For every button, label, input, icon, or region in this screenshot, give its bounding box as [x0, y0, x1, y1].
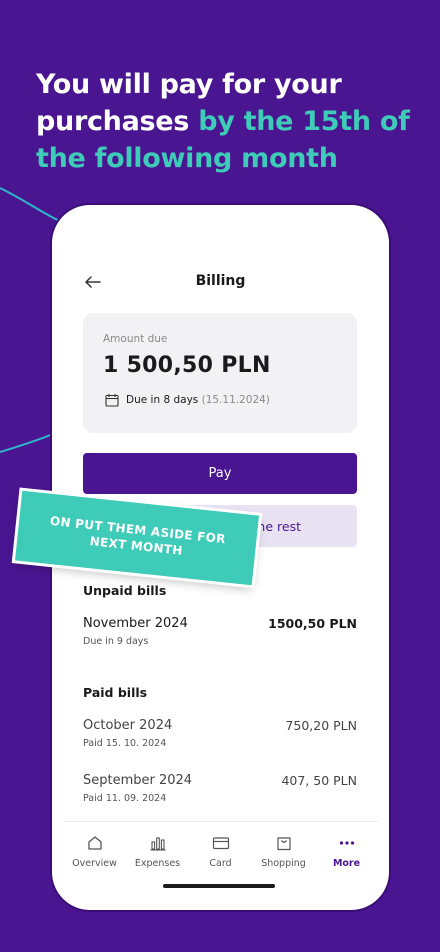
unpaid-bills-header: Unpaid bills: [83, 583, 167, 598]
home-indicator: [163, 884, 275, 888]
more-dots-icon: [339, 841, 354, 845]
headline: You will pay for your purchases by the 1…: [36, 66, 426, 177]
page-title: Billing: [195, 273, 246, 289]
due-date-text: (15.11.2024): [201, 394, 270, 406]
paid-bill-row[interactable]: September 2024 Paid 11. 09. 2024 407, 50…: [83, 773, 357, 813]
bill-subtitle: Due in 9 days: [83, 636, 149, 647]
tab-label: Expenses: [134, 858, 181, 869]
bill-amount: 407, 50 PLN: [281, 773, 357, 788]
tab-label: Overview: [72, 858, 117, 869]
tab-expenses[interactable]: Expenses: [126, 834, 189, 869]
bill-amount: 1500,50 PLN: [268, 616, 357, 631]
tab-label: Shopping: [261, 858, 306, 869]
paid-bill-row[interactable]: October 2024 Paid 15. 10. 2024 750,20 PL…: [83, 718, 357, 758]
bill-subtitle: Paid 15. 10. 2024: [83, 738, 167, 749]
tab-shopping[interactable]: Shopping: [252, 834, 315, 869]
card-icon: [212, 837, 229, 850]
tab-more[interactable]: More: [315, 834, 378, 869]
pay-button[interactable]: Pay: [83, 453, 357, 494]
bill-month: October 2024: [83, 718, 173, 733]
tab-overview[interactable]: Overview: [63, 834, 126, 869]
due-in-text: Due in 8 days: [126, 394, 199, 406]
amount-due-label: Amount due: [103, 333, 168, 345]
calendar-icon: [105, 394, 119, 407]
paid-bills-header: Paid bills: [83, 685, 148, 700]
bottom-tab-bar: Overview Expenses Card Shopping More: [63, 821, 378, 881]
bill-subtitle: Paid 11. 09. 2024: [83, 793, 167, 804]
amount-due-card: Amount due 1 500,50 PLN Due in 8 days (1…: [83, 313, 357, 433]
tab-label: Card: [209, 858, 232, 869]
shopping-bag-icon: [276, 837, 291, 851]
bill-month: November 2024: [83, 616, 188, 631]
amount-due-value: 1 500,50 PLN: [103, 353, 271, 378]
home-icon: [87, 836, 102, 850]
bar-chart-icon: [150, 837, 165, 851]
due-info: Due in 8 days (15.11.2024): [126, 394, 270, 406]
tab-label: More: [332, 858, 361, 869]
unpaid-bill-row[interactable]: November 2024 Due in 9 days 1500,50 PLN: [83, 616, 357, 656]
tab-card[interactable]: Card: [189, 834, 252, 869]
bill-amount: 750,20 PLN: [285, 718, 357, 733]
bill-month: September 2024: [83, 773, 193, 788]
